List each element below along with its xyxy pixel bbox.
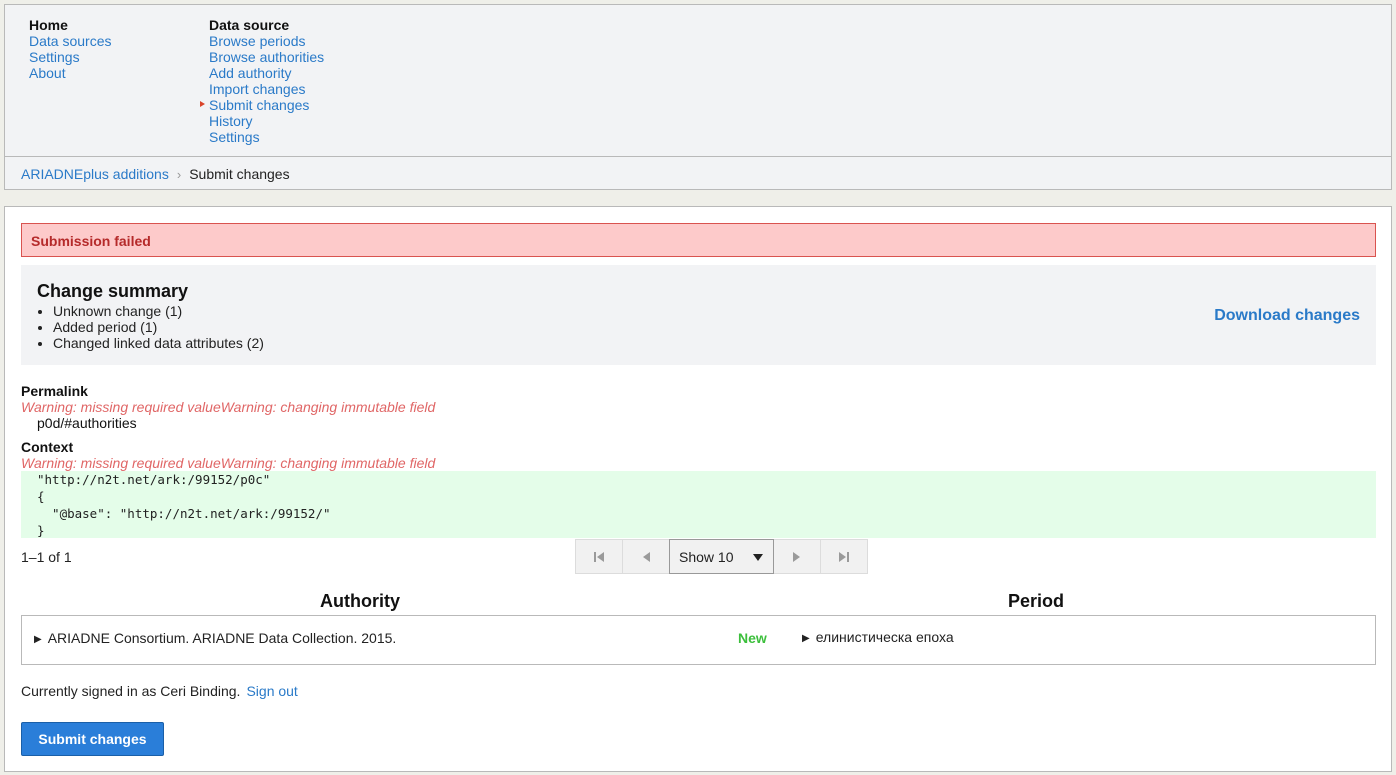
pager-controls: Show 10 <box>575 539 868 574</box>
signed-in-text: Currently signed in as Ceri Binding. <box>21 683 241 699</box>
last-page-button[interactable] <box>820 539 868 574</box>
first-page-icon <box>594 551 604 562</box>
breadcrumb-parent-link[interactable]: ARIADNEplus additions <box>21 166 169 182</box>
expand-triangle-icon: ▶ <box>802 633 810 644</box>
column-header-period: Period <box>1008 591 1065 611</box>
submit-changes-button[interactable]: Submit changes <box>21 722 164 756</box>
nav-link-history[interactable]: History <box>209 113 324 129</box>
breadcrumb: ARIADNEplus additions › Submit changes <box>5 156 1391 190</box>
permalink-value: p0d/#authorities <box>37 415 137 431</box>
chevron-down-icon <box>753 554 763 561</box>
nav-home-column: Home Data sources Settings About <box>29 17 111 81</box>
change-summary-title: Change summary <box>37 281 189 301</box>
error-banner: Submission failed <box>21 223 1376 257</box>
nav-link-data-sources[interactable]: Data sources <box>29 33 111 49</box>
nav-data-source-heading: Data source <box>209 17 290 33</box>
permalink-warning: Warning: missing required valueWarning: … <box>21 399 436 415</box>
period-text: елинистическа епоха <box>815 629 954 645</box>
last-page-icon <box>839 551 849 562</box>
table-row: ▶ ARIADNE Consortium. ARIADNE Data Collec… <box>21 615 1376 665</box>
nav-link-settings[interactable]: Settings <box>29 49 111 65</box>
context-code-block: "http://n2t.net/ark:/99152/p0c" { "@base… <box>21 471 1376 538</box>
header-panel: Home Data sources Settings About Data so… <box>4 4 1392 190</box>
breadcrumb-current: Submit changes <box>189 166 290 182</box>
authority-text: ARIADNE Consortium. ARIADNE Data Collect… <box>47 630 397 646</box>
sign-out-link[interactable]: Sign out <box>246 683 297 699</box>
first-page-button[interactable] <box>575 539 623 574</box>
nav-home-heading: Home <box>29 17 68 33</box>
change-summary-item: Unknown change (1) <box>53 303 264 319</box>
page-size-value: Show 10 <box>679 548 734 565</box>
breadcrumb-separator: › <box>176 167 182 182</box>
expand-triangle-icon: ▶ <box>34 634 42 645</box>
permalink-label: Permalink <box>21 383 88 399</box>
change-summary-box: Change summary Unknown change (1) Added … <box>21 265 1376 365</box>
nav-link-source-settings[interactable]: Settings <box>209 129 324 145</box>
nav-link-submit-changes[interactable]: Submit changes <box>199 97 324 113</box>
pager-count: 1–1 of 1 <box>21 549 72 565</box>
change-summary-list: Unknown change (1) Added period (1) Chan… <box>37 303 264 351</box>
previous-page-icon <box>643 551 650 562</box>
status-badge: New <box>738 630 767 646</box>
signed-in-status: Currently signed in as Ceri Binding. Sign… <box>21 683 298 699</box>
column-header-authority: Authority <box>320 591 400 611</box>
nav-link-import-changes[interactable]: Import changes <box>209 81 324 97</box>
change-summary-item: Added period (1) <box>53 319 264 335</box>
context-label: Context <box>21 439 74 455</box>
next-page-button[interactable] <box>773 539 821 574</box>
download-changes-link[interactable]: Download changes <box>1214 307 1360 325</box>
next-page-icon <box>793 551 800 562</box>
authority-cell[interactable]: ▶ ARIADNE Consortium. ARIADNE Data Collec… <box>34 630 396 646</box>
nav-link-browse-authorities[interactable]: Browse authorities <box>209 49 324 65</box>
previous-page-button[interactable] <box>622 539 670 574</box>
change-summary-item: Changed linked data attributes (2) <box>53 335 264 351</box>
main-panel: Submission failed Change summary Unknown… <box>4 206 1392 772</box>
nav-link-add-authority[interactable]: Add authority <box>209 65 324 81</box>
nav-data-source-column: Data source Browse periods Browse author… <box>199 17 324 145</box>
page-size-select[interactable]: Show 10 <box>669 539 774 574</box>
nav-link-browse-periods[interactable]: Browse periods <box>209 33 324 49</box>
period-cell[interactable]: ▶ елинистическа епоха <box>802 629 954 645</box>
context-warning: Warning: missing required valueWarning: … <box>21 455 436 471</box>
nav-link-about[interactable]: About <box>29 65 111 81</box>
